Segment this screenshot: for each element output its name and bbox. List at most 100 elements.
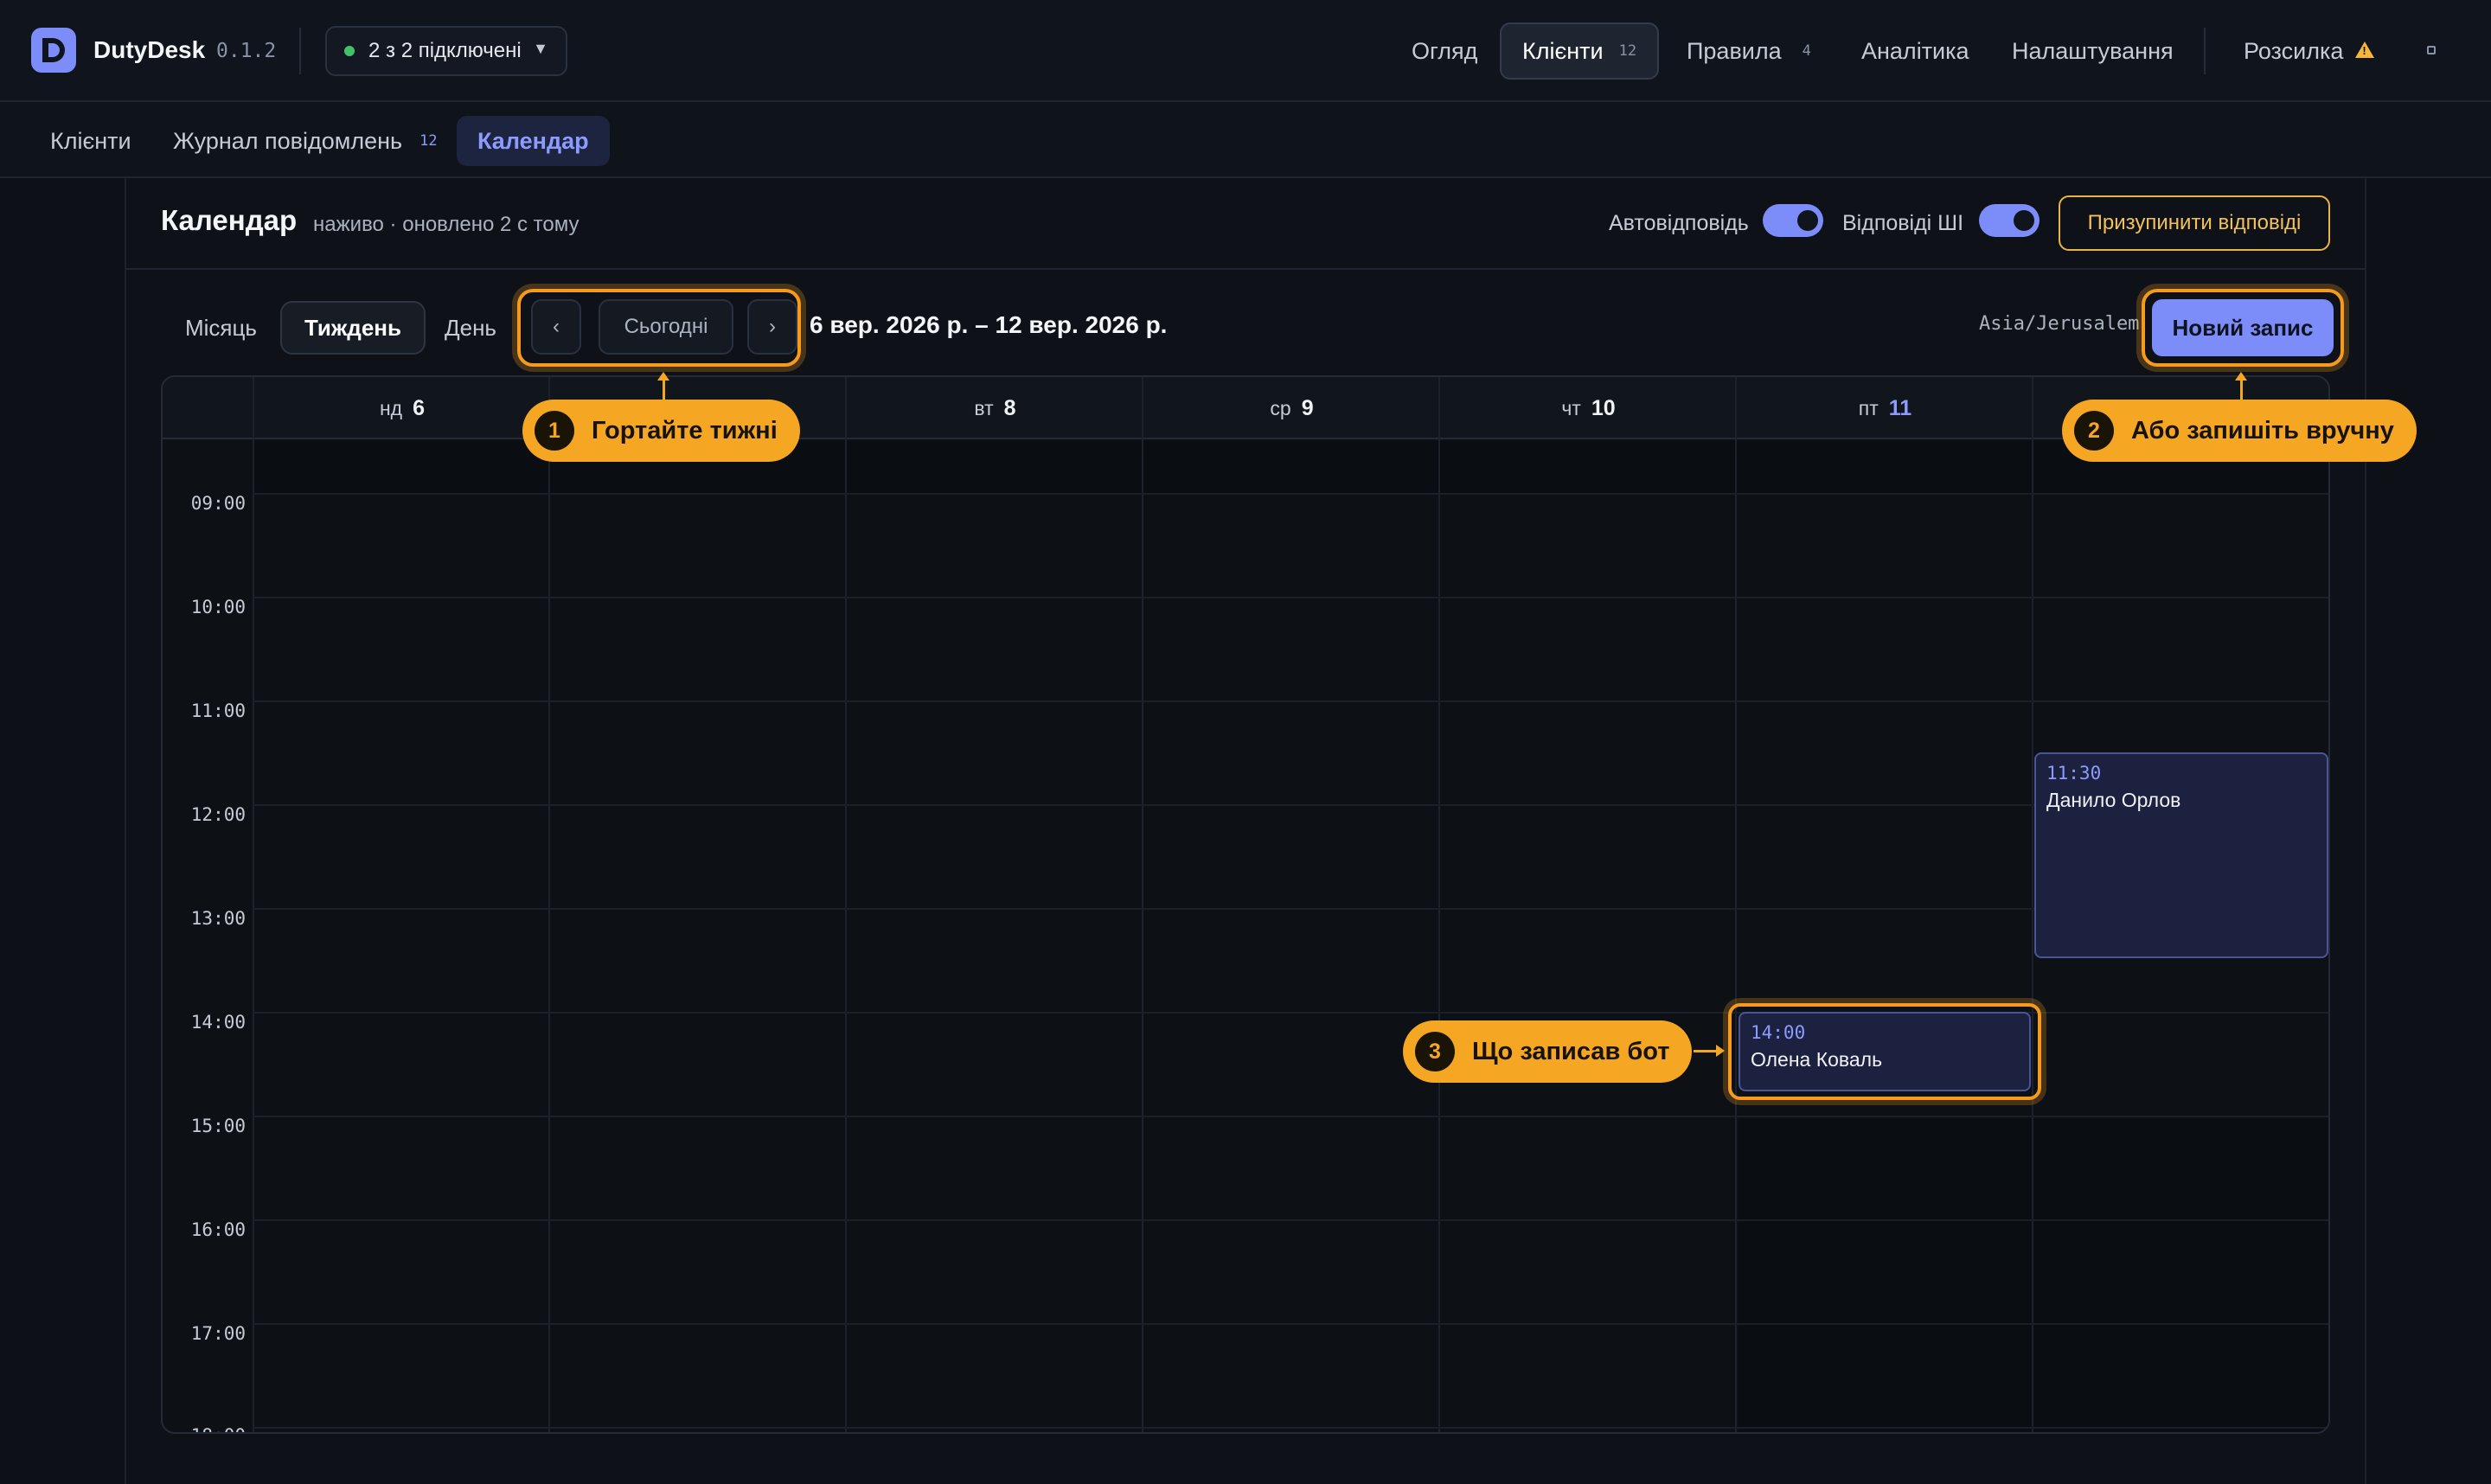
hour-label: 18:00 — [163, 1425, 246, 1432]
day-number: 6 — [413, 395, 426, 420]
view-week-button[interactable]: Тиждень — [280, 301, 426, 355]
grid-line — [253, 1323, 2328, 1325]
grid-line — [253, 700, 2328, 702]
grid-line — [548, 377, 550, 1432]
nav-rules[interactable]: Правила 4 — [1687, 22, 1811, 80]
nav-analytics-label: Аналітика — [1861, 37, 1969, 64]
day-header[interactable]: ср 9 — [1143, 377, 1440, 439]
chevron-down-icon: ▼ — [533, 40, 548, 57]
hour-label: 14:00 — [190, 1012, 246, 1033]
subnav-clients[interactable]: Клієнти — [50, 116, 131, 166]
subnav-calendar[interactable]: Календар — [457, 116, 610, 166]
nav-broadcast[interactable]: Розсилка — [2244, 22, 2375, 80]
nav-analytics[interactable]: Аналітика — [1861, 22, 1969, 80]
day-number: 10 — [1591, 395, 1616, 420]
callout-text: Або запишіть вручну — [2131, 416, 2394, 445]
nav-clients[interactable]: Клієнти 12 — [1500, 22, 1660, 80]
nav-overview-label: Огляд — [1412, 37, 1478, 64]
calendar-event[interactable]: 14:00 Олена Коваль — [1739, 1012, 2031, 1091]
calendar-header: Календар наживо · оновлено 2 с тому Авто… — [126, 178, 2365, 270]
connection-select[interactable]: 2 з 2 підключені ▼ — [325, 26, 567, 76]
day-number: 11 — [1888, 395, 1912, 420]
nav-clients-badge: 12 — [1618, 42, 1637, 60]
day-name: пт — [1858, 396, 1879, 419]
grid-line — [253, 597, 2328, 598]
timezone-label: Asia/Jerusalem — [1979, 313, 2140, 335]
off-hours-shade — [1739, 1119, 2328, 1432]
ai-replies-label: Відповіді ШІ — [1842, 211, 1964, 235]
next-week-button[interactable]: › — [747, 299, 797, 355]
subnav-log[interactable]: Журнал повідомлень 12 — [173, 116, 438, 166]
hour-label: 10:00 — [190, 597, 246, 617]
grid-line — [1438, 377, 1440, 1432]
subnav-log-badge: 12 — [419, 132, 438, 150]
autoreply-toggle[interactable] — [1763, 204, 1823, 237]
hour-label: 16:00 — [190, 1219, 246, 1240]
event-client-name: Олена Коваль — [1751, 1048, 1883, 1071]
day-header[interactable]: вт 8 — [847, 377, 1143, 439]
hour-label: 12:00 — [190, 804, 246, 825]
callout-bot-booking: 3 Що записав бот — [1403, 1020, 1693, 1083]
prev-week-button[interactable]: ‹ — [531, 299, 581, 355]
callout-number: 3 — [1415, 1032, 1455, 1071]
hour-label: 11:00 — [190, 700, 246, 721]
live-status: наживо · оновлено 2 с тому — [313, 213, 580, 236]
subnav-calendar-label: Календар — [477, 127, 589, 154]
grid-line — [253, 1427, 2328, 1429]
nav-rules-label: Правила — [1687, 37, 1782, 64]
day-header[interactable]: чт 10 — [1440, 377, 1737, 439]
day-name: чт — [1561, 396, 1581, 419]
grid-line — [1735, 377, 1737, 1432]
calendar-panel: Календар наживо · оновлено 2 с тому Авто… — [125, 178, 2366, 1484]
nav-overview[interactable]: Огляд — [1412, 22, 1477, 80]
window-icon[interactable] — [2427, 46, 2436, 54]
status-dot-icon — [344, 46, 355, 56]
view-month-button[interactable]: Місяць — [185, 301, 257, 355]
nav-settings[interactable]: Налаштування — [2012, 22, 2174, 80]
day-number: 9 — [1301, 395, 1314, 420]
new-entry-button[interactable]: Новий запис — [2152, 299, 2334, 356]
app-name: DutyDesk — [93, 36, 206, 63]
app-version: 0.1.2 — [216, 40, 277, 62]
calendar-event[interactable]: 11:30 Данило Орлов — [2034, 752, 2328, 958]
divider — [299, 28, 301, 74]
ai-replies-toggle[interactable] — [1979, 204, 2040, 237]
callout-new-entry: 2 Або запишіть вручну — [2062, 400, 2417, 462]
callout-week-nav: 1 Гортайте тижні — [522, 400, 800, 462]
app-logo-icon[interactable] — [31, 28, 76, 73]
pause-replies-button[interactable]: Призупинити відповіді — [2059, 195, 2330, 251]
top-bar: DutyDesk 0.1.2 2 з 2 підключені ▼ Огляд … — [0, 0, 2491, 102]
page-title: Календар — [161, 204, 298, 236]
grid-line — [253, 1219, 2328, 1221]
warning-icon — [2355, 41, 2375, 58]
grid-line — [2032, 377, 2033, 1432]
week-grid: нд6 пн7 вт8 ср9 чт10 пт11 сб12 09:00 10:… — [161, 375, 2330, 1434]
divider — [2204, 28, 2206, 74]
nav-settings-label: Налаштування — [2012, 37, 2174, 64]
day-name: нд — [379, 396, 403, 419]
callout-text: Гортайте тижні — [592, 416, 778, 445]
grid-line — [1142, 377, 1143, 1432]
nav-broadcast-label: Розсилка — [2244, 37, 2344, 64]
event-client-name: Данило Орлов — [2046, 789, 2181, 811]
day-header[interactable]: нд 6 — [254, 377, 550, 439]
subnav-clients-label: Клієнти — [50, 127, 131, 154]
today-button[interactable]: Сьогодні — [599, 299, 733, 355]
day-header-today[interactable]: пт 11 — [1737, 377, 2033, 439]
day-name: вт — [974, 396, 994, 419]
grid-line — [253, 804, 2328, 806]
day-name: ср — [1270, 396, 1291, 419]
view-day-button[interactable]: День — [445, 301, 496, 355]
autoreply-label: Автовідповідь — [1609, 211, 1749, 235]
grid-line — [253, 908, 2328, 910]
event-time: 11:30 — [2046, 763, 2102, 784]
grid-line — [253, 493, 2328, 495]
callout-arrow — [1694, 1045, 1725, 1057]
callout-number: 1 — [535, 411, 574, 451]
nav-clients-label: Клієнти — [1522, 37, 1604, 64]
grid-line — [845, 377, 847, 1432]
hour-label: 15:00 — [190, 1116, 246, 1136]
nav-rules-badge: 4 — [1802, 42, 1811, 60]
sub-navigation: Клієнти Журнал повідомлень 12 Календар — [0, 102, 2491, 178]
hour-label: 13:00 — [190, 908, 246, 929]
